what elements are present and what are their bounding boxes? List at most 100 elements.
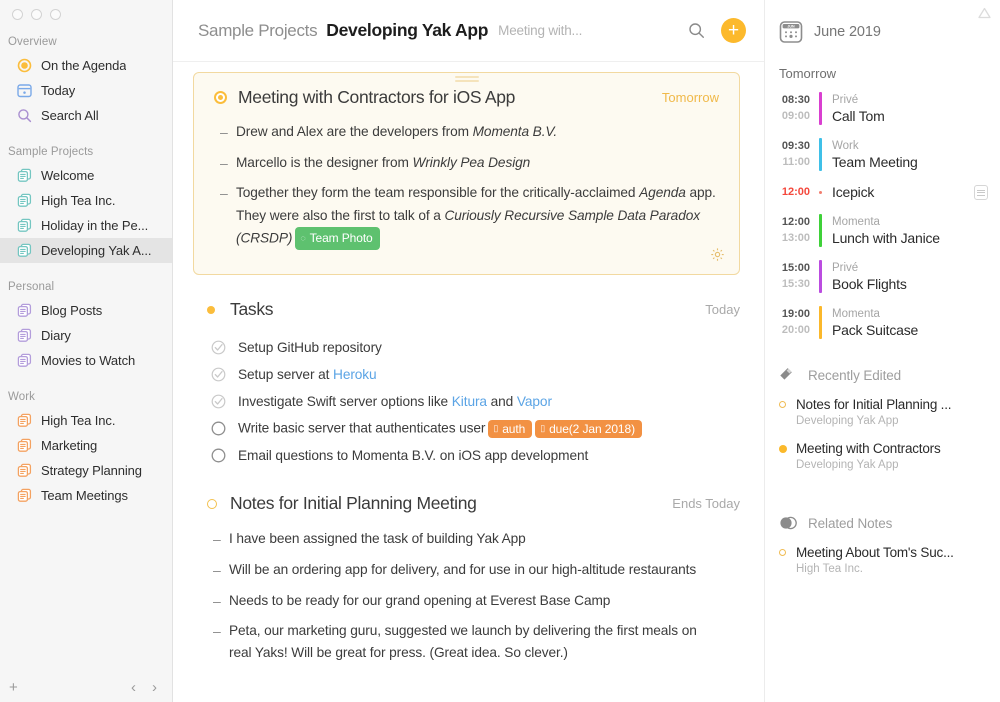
calendar-day-label: Tomorrow [779,66,837,81]
tag-auth[interactable]: ▯ auth [488,419,533,438]
nav-back-button[interactable]: ‹ [131,680,136,695]
task-text: Setup GitHub repository [238,340,382,355]
notes-section-header: Notes for Initial Planning Meeting Ends … [207,493,740,514]
plain-text: Write basic server that authenticates us… [238,420,486,436]
breadcrumb-project[interactable]: Sample Projects [198,21,318,41]
sidebar-item-diary[interactable]: Diary [0,323,172,348]
task-checkbox[interactable] [207,421,238,436]
task-row[interactable]: Email questions to Momenta B.V. on iOS a… [207,442,740,469]
emphasis-text: Agenda [639,185,686,201]
sidebar-item-strategy-planning[interactable]: Strategy Planning [0,458,172,483]
event-calendar-name: Work [832,140,859,152]
sidebar-item-high-tea-inc[interactable]: High Tea Inc. [0,408,172,433]
calendar-event-book-flights[interactable]: 15:00 15:30 Privé Book Flights [765,260,1000,293]
sidebar-item-marketing[interactable]: Marketing [0,433,172,458]
event-list: 08:30 09:00 Privé Call Tom 09:30 11:00 Work Tea… [765,81,1000,339]
minimize-button[interactable] [31,9,42,20]
plain-text: Investigate Swift server options like [238,394,452,410]
event-color-bar [819,214,822,247]
event-start-time: 15:00 [781,262,810,274]
tag-team-photo[interactable]: ◌ Team Photo [295,226,380,251]
event-body: Icepick [819,184,988,201]
sidebar-item-blog-posts[interactable]: Blog Posts [0,298,172,323]
task-row[interactable]: Setup server at Heroku [207,361,740,388]
collapse-triangle-icon[interactable] [978,7,991,22]
notes-stack-icon [17,193,32,208]
item-project: High Tea Inc. [796,563,863,575]
calendar-event-icepick[interactable]: 12:00 Icepick [765,184,1000,201]
tag-icon: ▯ [540,423,546,434]
calendar-event-pack-suitcase[interactable]: 19:00 20:00 Momenta Pack Suitcase [765,306,1000,339]
gear-icon[interactable] [710,247,725,265]
bullet-text: Drew and Alex are the developers from Mo… [236,121,557,144]
zoom-button[interactable] [50,9,61,20]
sidebar-item-holiday-in-the-pe[interactable]: Holiday in the Pe... [0,213,172,238]
sidebar-item-movies-to-watch[interactable]: Movies to Watch [0,348,172,373]
item-title: Meeting About Tom's Suc... [796,545,954,560]
nav-forward-button[interactable]: › [152,680,157,695]
event-times: 12:00 13:00 [779,214,819,247]
task-checkbox[interactable] [207,367,238,382]
tag-label: auth [502,421,526,436]
event-calendar-name: Momenta [832,216,880,228]
calendar-event-team-meeting[interactable]: 09:30 11:00 Work Team Meeting [765,138,1000,171]
sidebar-item-high-tea-inc[interactable]: High Tea Inc. [0,188,172,213]
task-checkbox[interactable] [207,340,238,355]
note-icon[interactable] [974,185,988,200]
agenda-target-icon [17,58,32,73]
drag-handle-icon[interactable] [454,76,479,84]
event-end-time: 09:00 [781,110,810,122]
task-row[interactable]: Write basic server that authenticates us… [207,415,740,442]
sidebar-item-welcome[interactable]: Welcome [0,163,172,188]
tasks-bullet-icon [207,305,215,314]
bullet-dash: – [220,124,228,140]
close-button[interactable] [12,9,23,20]
tag-due-2-jan-2018-[interactable]: ▯ due(2 Jan 2018) [535,419,642,438]
bullet-text: Peta, our marketing guru, suggested we l… [229,623,697,661]
recently-edited-item[interactable]: Meeting with Contractors Developing Yak A… [765,440,1000,473]
note-card-when: Tomorrow [661,90,719,105]
notes-stack-icon [17,413,32,428]
sidebar-item-team-meetings[interactable]: Team Meetings [0,483,172,508]
recently-edited-item[interactable]: Notes for Initial Planning ... Developing… [765,396,1000,429]
emphasis-text: Momenta B.V. [472,124,558,139]
event-title: Lunch with Janice [832,230,940,246]
event-title: Team Meeting [832,154,918,170]
eraser-icon [779,366,797,384]
sidebar-item-on-the-agenda[interactable]: On the Agenda [0,53,172,78]
notes-stack-icon [17,168,32,183]
related-notes-header: Related Notes [765,514,1000,532]
task-checkbox[interactable] [207,394,238,409]
add-project-button[interactable]: + [9,680,18,695]
plain-text: and [486,394,517,410]
inline-link[interactable]: Vapor [517,394,552,409]
related-note-item[interactable]: Meeting About Tom's Suc... High Tea Inc. [765,544,1000,577]
event-body: Momenta Pack Suitcase [832,306,988,339]
inline-link[interactable]: Heroku [333,367,377,382]
calendar-header: JUN June 2019 [765,0,1000,44]
sidebar-item-search-all[interactable]: Search All [0,103,172,128]
event-start-time: 12:00 [781,216,810,228]
sidebar-item-today[interactable]: Today [0,78,172,103]
people-tag-icon: ◌ [300,233,306,244]
task-checkbox[interactable] [207,448,238,463]
item-title: Notes for Initial Planning ... [796,397,952,412]
task-row[interactable]: Investigate Swift server options like Ki… [207,388,740,415]
breadcrumb-subtitle: Meeting with... [498,23,583,38]
note-bullet-row: – Needs to be ready for our grand opening… [207,590,740,613]
task-text: Investigate Swift server options like Ki… [238,394,552,409]
calendar-event-lunch-with-janice[interactable]: 12:00 13:00 Momenta Lunch with Janice [765,214,1000,247]
agenda-target-icon [214,91,227,104]
event-body: Privé Book Flights [832,260,988,293]
notes-stack-icon [17,328,32,343]
note-card-meeting-with-contractors[interactable]: Meeting with Contractors for iOS App Tom… [193,72,740,276]
inline-link[interactable]: Kitura [452,394,487,409]
calendar-event-call-tom[interactable]: 08:30 09:00 Privé Call Tom [765,92,1000,125]
note-bullet-row: – Together they form the team responsible… [214,182,719,251]
add-button[interactable]: + [721,18,746,43]
event-start-time: 19:00 [781,308,810,320]
search-icon[interactable] [688,22,705,39]
sidebar-item-developing-yak-a[interactable]: Developing Yak A... [0,238,172,263]
task-row[interactable]: Setup GitHub repository [207,334,740,361]
plain-text: Together they form the team responsible … [236,185,640,201]
